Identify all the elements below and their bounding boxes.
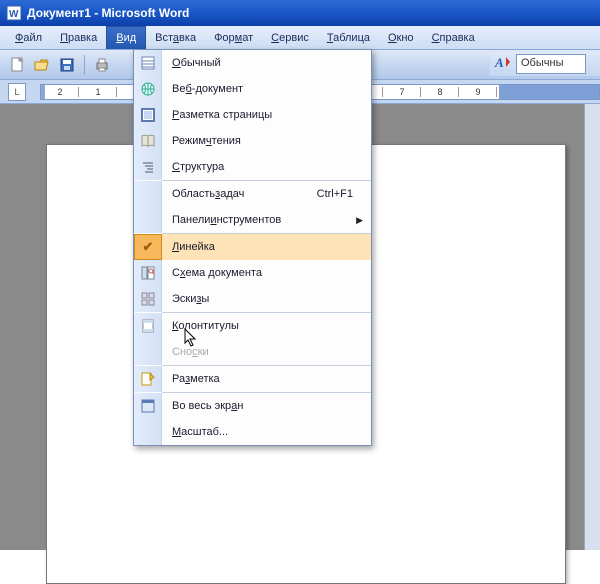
menu-item-колонтитулы[interactable]: Колонтитулы <box>134 313 371 339</box>
menu-item-label: Область задач <box>162 188 317 200</box>
print-layout-icon <box>134 102 162 128</box>
tab-selector[interactable]: L <box>8 83 26 101</box>
menu-правка[interactable]: Правка <box>51 26 106 49</box>
menu-item-масштаб-[interactable]: Масштаб... <box>134 419 371 445</box>
menu-item-режим-чтения[interactable]: Режим чтения <box>134 128 371 154</box>
style-selector-group: A Обычны <box>490 52 600 76</box>
menu-сервис[interactable]: Сервис <box>262 26 318 49</box>
menu-icon-empty <box>134 339 162 365</box>
menu-вставка[interactable]: Вставка <box>146 26 205 49</box>
fullscreen-icon <box>134 393 162 419</box>
menu-item-label: Панели инструментов <box>162 214 371 226</box>
new-doc-icon[interactable] <box>6 54 28 76</box>
toolbar-separator <box>84 55 85 75</box>
titlebar: W Документ1 - Microsoft Word <box>0 0 600 26</box>
menu-вид[interactable]: Вид <box>106 26 146 49</box>
menu-icon-empty <box>134 419 162 445</box>
menu-icon-empty <box>134 207 162 233</box>
menu-item-label: Линейка <box>162 241 371 253</box>
svg-text:A: A <box>494 55 504 70</box>
menu-item-label: Колонтитулы <box>162 320 371 332</box>
svg-text:W: W <box>9 9 19 20</box>
menu-item-сноски: Сноски <box>134 339 371 365</box>
menu-item-label: Масштаб... <box>162 426 371 438</box>
word-window: W Документ1 - Microsoft Word ФайлПравкаВ… <box>0 0 600 550</box>
ruler-mark: 1 <box>79 85 117 99</box>
menu-item-эскизы[interactable]: Эскизы <box>134 286 371 312</box>
menu-item-схема-документа[interactable]: Схема документа <box>134 260 371 286</box>
normal-view-icon <box>134 50 162 76</box>
menu-item-веб-документ[interactable]: Веб-документ <box>134 76 371 102</box>
menu-item-label: Структура <box>162 161 371 173</box>
menu-item-во-весь-экран[interactable]: Во весь экран <box>134 393 371 419</box>
docmap-icon <box>134 260 162 286</box>
window-title: Документ1 - Microsoft Word <box>27 6 189 20</box>
style-dropdown[interactable]: Обычны <box>516 54 586 74</box>
web-layout-icon <box>134 76 162 102</box>
ruler-mark: 9 <box>459 85 497 99</box>
markup-icon <box>134 366 162 392</box>
check: ✔ <box>134 234 162 260</box>
reading-layout-icon <box>134 128 162 154</box>
open-icon[interactable] <box>31 54 53 76</box>
ruler-mark: 2 <box>41 85 79 99</box>
ruler-mark: 7 <box>383 85 421 99</box>
styles-icon[interactable]: A <box>494 54 512 75</box>
menu-item-структура[interactable]: Структура <box>134 154 371 180</box>
menu-файл[interactable]: Файл <box>6 26 51 49</box>
menubar: ФайлПравкаВидВставкаФорматСервисТаблицаО… <box>0 26 600 50</box>
menu-item-label: Веб-документ <box>162 83 371 95</box>
menu-shortcut: Ctrl+F1 <box>317 188 371 200</box>
menu-icon-empty <box>134 181 162 207</box>
menu-item-разметка-страницы[interactable]: Разметка страницы <box>134 102 371 128</box>
submenu-arrow-icon: ▶ <box>356 215 363 226</box>
menu-формат[interactable]: Формат <box>205 26 262 49</box>
outline-icon <box>134 154 162 180</box>
menu-item-label: Разметка страницы <box>162 109 371 121</box>
thumbnails-icon <box>134 286 162 312</box>
menu-item-линейка[interactable]: ✔Линейка <box>134 234 371 260</box>
menu-item-label: Разметка <box>162 373 371 385</box>
menu-item-область-задач[interactable]: Область задачCtrl+F1 <box>134 181 371 207</box>
menu-item-label: Во весь экран <box>162 400 371 412</box>
header-footer-icon <box>134 313 162 339</box>
view-menu-dropdown: Обычный Веб-документ Разметка страницы Режи… <box>133 49 372 446</box>
word-app-icon: W <box>6 5 22 21</box>
menu-item-label: Эскизы <box>162 293 371 305</box>
save-icon[interactable] <box>56 54 78 76</box>
menu-item-label: Схема документа <box>162 267 371 279</box>
menu-таблица[interactable]: Таблица <box>318 26 379 49</box>
menu-item-label: Сноски <box>162 346 371 358</box>
menu-item-label: Режим чтения <box>162 135 371 147</box>
menu-item-панели-инструментов[interactable]: Панели инструментов▶ <box>134 207 371 233</box>
vertical-scrollbar[interactable] <box>584 104 600 550</box>
print-icon[interactable] <box>91 54 113 76</box>
menu-item-разметка[interactable]: Разметка <box>134 366 371 392</box>
menu-item-обычный[interactable]: Обычный <box>134 50 371 76</box>
menu-окно[interactable]: Окно <box>379 26 423 49</box>
menu-item-label: Обычный <box>162 57 371 69</box>
ruler-mark: 8 <box>421 85 459 99</box>
menu-справка[interactable]: Справка <box>423 26 484 49</box>
